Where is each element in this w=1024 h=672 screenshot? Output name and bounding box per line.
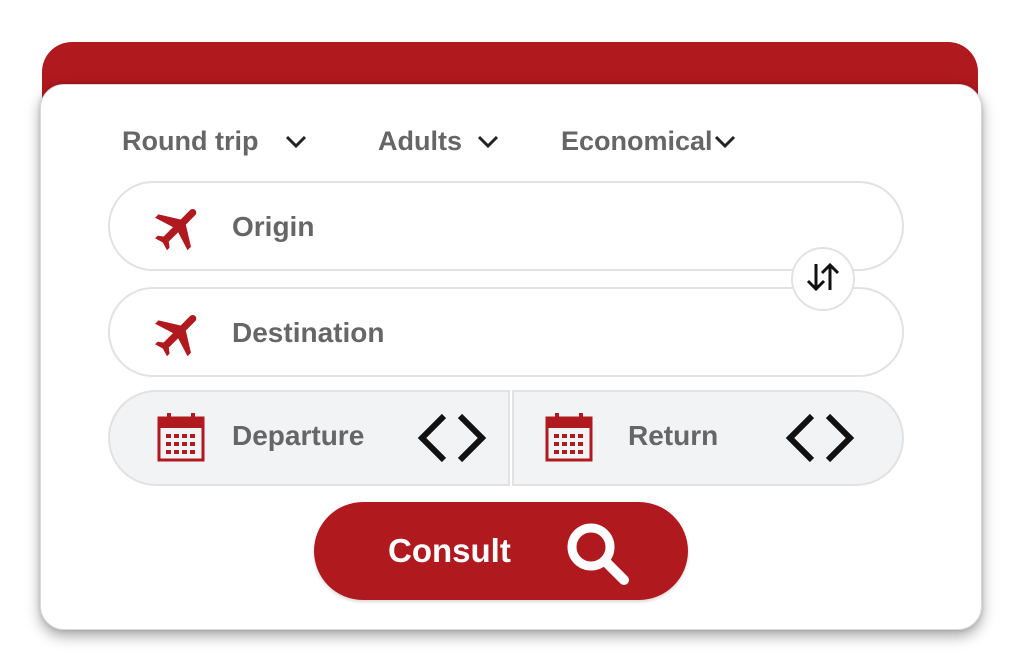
trip-type-dropdown[interactable]: Round trip <box>122 124 308 158</box>
swap-arrows-icon <box>803 260 843 299</box>
magnifier-icon <box>564 520 636 589</box>
trip-type-label: Round trip <box>122 125 259 156</box>
consult-button[interactable]: Consult <box>314 502 688 600</box>
swap-origin-destination-button[interactable] <box>791 247 855 311</box>
destination-placeholder: Destination <box>232 317 385 348</box>
prev-next-chevrons-icon[interactable] <box>414 410 490 471</box>
return-label: Return <box>628 420 719 451</box>
airplane-icon <box>150 305 208 368</box>
calendar-icon <box>544 412 594 469</box>
destination-field[interactable]: Destination <box>108 287 904 377</box>
origin-field[interactable]: Origin <box>108 181 904 271</box>
calendar-icon <box>156 412 206 469</box>
cabin-class-dropdown[interactable]: Economical <box>561 124 737 158</box>
airplane-icon <box>150 199 208 262</box>
chevron-down-icon <box>284 126 308 157</box>
cabin-class-label: Economical <box>561 125 713 156</box>
chevron-down-icon <box>713 126 737 157</box>
departure-label: Departure <box>232 420 365 451</box>
origin-placeholder: Origin <box>232 211 315 242</box>
return-date-field[interactable]: Return <box>512 390 904 486</box>
passengers-dropdown[interactable]: Adults <box>378 124 500 158</box>
consult-button-label: Consult <box>388 532 511 569</box>
passengers-label: Adults <box>378 125 462 156</box>
departure-date-field[interactable]: Departure <box>108 390 510 486</box>
prev-next-chevrons-icon[interactable] <box>782 410 858 471</box>
chevron-down-icon <box>476 126 500 157</box>
